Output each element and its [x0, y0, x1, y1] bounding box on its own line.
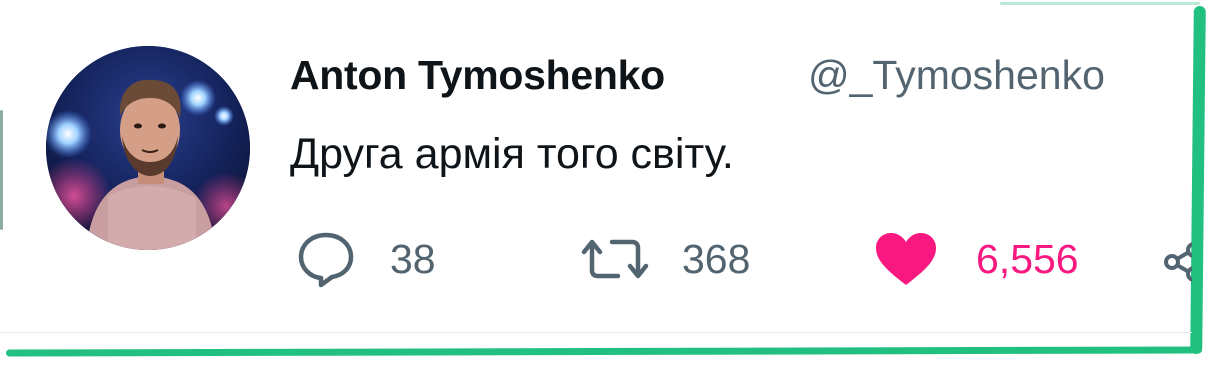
- author-handle[interactable]: @_Tymoshenko: [808, 52, 1188, 99]
- reply-button[interactable]: 38: [296, 228, 436, 290]
- frame-left-stroke: [0, 110, 3, 230]
- share-icon: [1164, 242, 1192, 282]
- retweet-count: 368: [682, 235, 751, 282]
- retweet-arrows-icon: [578, 234, 652, 284]
- tweet-text: Друга армія того світу.: [290, 130, 734, 178]
- avatar[interactable]: [46, 46, 250, 250]
- comment-bubble-icon: [296, 230, 356, 288]
- frame-top-stroke: [1000, 2, 1200, 5]
- heart-icon: [874, 231, 938, 287]
- frame-right-stroke: [1190, 5, 1206, 355]
- like-button[interactable]: 6,556: [874, 228, 1079, 290]
- frame-bottom-stroke: [5, 346, 1203, 357]
- share-button[interactable]: [1164, 242, 1192, 282]
- reply-count: 38: [390, 235, 436, 282]
- like-count: 6,556: [976, 235, 1079, 282]
- tweet-divider: [0, 332, 1192, 333]
- screenshot-canvas: Anton Tymoshenko @_Tymoshenko Друга армі…: [0, 0, 1231, 369]
- author-name[interactable]: Anton Tymoshenko: [290, 52, 665, 99]
- avatar-photo: [46, 46, 250, 250]
- retweet-button[interactable]: 368: [578, 228, 750, 290]
